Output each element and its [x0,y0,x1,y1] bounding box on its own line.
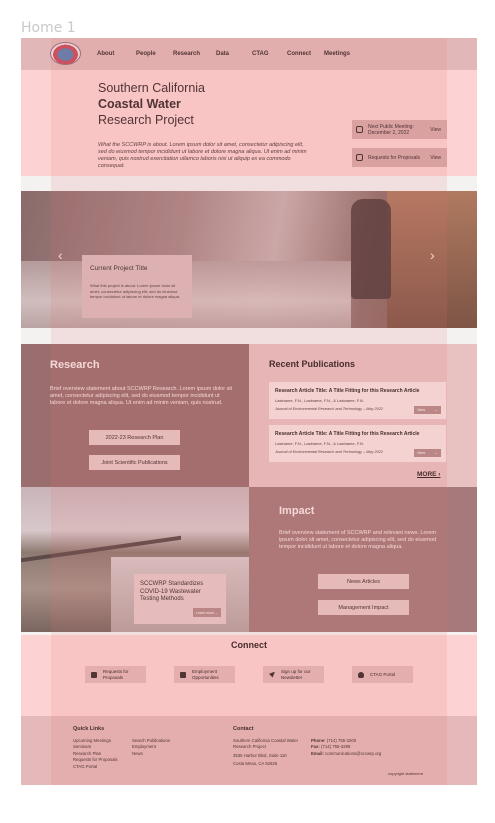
publications-title: Recent Publications [269,359,356,369]
next-meeting-label: Next Public Meeting: December 2, 2022 [368,123,414,136]
impact-title: Impact [279,505,315,517]
connect-ctag-label: CTAG Portal [370,671,396,677]
phone-label: Phone: [311,738,326,743]
publication-title: Research Article Title: A Title Fitting … [275,431,420,437]
user-icon [358,671,364,678]
connect-title: Connect [231,640,267,650]
next-meeting-view[interactable]: View [430,127,441,133]
nav-about[interactable]: About [97,51,136,57]
news-articles-button[interactable]: News Articles [318,574,409,589]
page-canvas: About People Research Data CTAG Connect … [21,38,477,785]
connect-newsletter-label: Sign up for our Newsletter [281,669,311,680]
arrow-right-icon: → [214,610,219,615]
publication-title: Research Article Title: A Title Fitting … [275,388,420,394]
current-project-title: Current Project Title [90,265,148,272]
nav-ctag[interactable]: CTAG [252,51,287,57]
publication-view-label: View [417,408,426,412]
contact-details: Phone: (714) 755-3200 Fax: (714) 755-329… [311,738,381,757]
joint-publications-button[interactable]: Joint Scientific Publications [89,455,180,470]
carousel-next-arrow-icon[interactable]: › [430,247,435,263]
impact-section: Impact Brief overview statement of SCCWR… [249,487,477,632]
next-meeting-button[interactable]: Next Public Meeting: December 2, 2022 Vi… [352,120,447,139]
org-name: Southern California Coastal Water Resear… [233,738,299,750]
connect-proposals-label: Requests for Proposals [103,669,129,680]
wastewater-news-title: SCCWRP Standardizes COVID-19 Wastewater … [140,581,204,602]
frame-label: Home 1 [21,20,76,36]
nav-links: About People Research Data CTAG Connect … [97,38,350,70]
publication-view-label: View [417,451,426,455]
learn-more-label: Learn more [196,610,214,615]
contact-address: Southern California Coastal Water Resear… [233,738,308,768]
hero-title: Southern California Coastal Water Resear… [98,80,205,128]
nav-connect[interactable]: Connect [287,51,324,57]
project-carousel: ‹ › Current Project Title What this proj… [21,191,477,328]
research-title: Research [50,359,100,371]
connect-proposals-button[interactable]: Requests for Proposals [85,666,146,683]
quick-links-col2: Search Publications Employment News [132,738,170,757]
address-line2: Costa Mesa, CA 92626 [233,761,278,767]
footer-link[interactable]: CTAG Portal [73,764,118,770]
connect-employment-label: Employment Opportunities [192,669,219,680]
management-impact-button[interactable]: Management Impact [318,600,409,615]
publication-authors: Lastname, F.N., Lastname, F.N., & Lastna… [275,441,364,446]
top-nav: About People Research Data CTAG Connect … [21,38,477,70]
publication-journal: Journal of Environmental Research and Te… [275,407,383,411]
calendar-icon [356,126,363,133]
hero-title-line2: Coastal Water [98,97,181,111]
send-icon [269,671,275,678]
footer: Quick Links Upcoming Meetings Seminars R… [21,716,477,785]
hero-section: Southern California Coastal Water Resear… [21,70,477,176]
footer-link[interactable]: Requests for Proposals [73,757,118,763]
hero-description: What the SCCWRP is about. Lorem ipsum do… [98,142,307,169]
document-icon [356,154,363,161]
nav-data[interactable]: Data [216,51,252,57]
arrow-right-icon: → [434,451,438,455]
quick-links-title: Quick Links [73,726,105,732]
learn-more-button[interactable]: Learn more → [193,608,221,617]
hero-title-line1: Southern California [98,81,206,95]
quick-links-col1: Upcoming Meetings Seminars Research Plan… [73,738,118,770]
connect-employment-button[interactable]: Employment Opportunities [174,666,235,683]
research-plan-button[interactable]: 2022-23 Research Plan [89,430,180,445]
impact-text: Brief overview statement of SCCWRP and r… [279,530,437,550]
more-publications-link[interactable]: MORE › [417,471,440,478]
carousel-image-person [351,199,391,299]
wastewater-news-card[interactable]: SCCWRP Standardizes COVID-19 Wastewater … [134,574,226,624]
proposals-button[interactable]: Requests for Proposals View [352,148,447,167]
phone-value[interactable]: (714) 755-3200 [327,738,356,743]
briefcase-icon [180,671,186,678]
proposals-label: Requests for Proposals [368,154,420,161]
publication-view-button[interactable]: View → [414,406,441,414]
research-text: Brief overview statement about SCCWRP Re… [50,386,233,406]
fax-label: Fax: [311,744,320,750]
current-project-card[interactable]: Current Project Title What this project … [82,255,192,318]
publication-authors: Lastname, F.N., Lastname, F.N., & Lastna… [275,398,364,403]
email-label: Email: [311,750,324,756]
publication-view-button[interactable]: View → [414,449,441,457]
contact-title: Contact [233,726,254,732]
publication-journal: Journal of Environmental Research and Te… [275,450,383,454]
document-icon [91,671,97,678]
connect-section: Connect Requests for Proposals Employmen… [21,635,477,716]
recent-publications-section: Recent Publications Research Article Tit… [249,344,477,487]
nav-research[interactable]: Research [173,51,216,57]
footer-link[interactable]: News [132,751,170,757]
nav-people[interactable]: People [136,51,173,57]
connect-newsletter-button[interactable]: Sign up for our Newsletter [263,666,324,683]
fax-value: (714) 755-3299 [321,744,351,750]
copyright-statement: copyright statement [388,771,423,776]
arrow-right-icon: → [434,408,438,412]
nav-meetings[interactable]: Meetings [324,51,350,57]
current-project-text: What this project is about. Lorem ipsum … [90,283,181,299]
proposals-view[interactable]: View [430,155,441,161]
research-section: Research Brief overview statement about … [21,344,249,487]
sccwrp-logo[interactable] [50,42,81,65]
email-link[interactable]: communications@sccwrp.org [325,751,381,756]
publication-card[interactable]: Research Article Title: A Title Fitting … [269,425,446,462]
carousel-prev-arrow-icon[interactable]: ‹ [58,247,63,263]
hero-title-line3: Research Project [98,113,194,127]
connect-ctag-button[interactable]: CTAG Portal [352,666,413,683]
publication-card[interactable]: Research Article Title: A Title Fitting … [269,382,446,419]
address-line1: 3535 Harbor Blvd, Suite 110 [233,752,287,758]
